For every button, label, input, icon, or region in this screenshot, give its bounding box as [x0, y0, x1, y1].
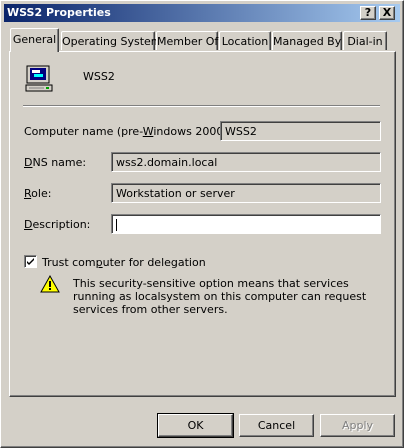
warning-icon — [40, 275, 60, 293]
tab-general[interactable]: General — [10, 28, 59, 52]
computer-name-label: Computer name (pre-Windows 2000): — [24, 125, 232, 138]
separator — [23, 105, 380, 107]
tab-dial-in[interactable]: Dial-in — [343, 31, 387, 50]
computer-name-display: WSS2 — [83, 70, 115, 83]
dns-name-label: DNS name: — [24, 156, 87, 169]
window-title: WSS2 Properties — [7, 6, 111, 19]
dns-name-field: wss2.domain.local — [111, 152, 381, 172]
description-input[interactable] — [111, 214, 381, 234]
trust-delegation-label[interactable]: Trust computer for delegation — [42, 256, 206, 269]
ok-button[interactable]: OK — [157, 413, 234, 438]
tab-strip: General Operating System Member Of Locat… — [0, 28, 404, 52]
tab-managed-by[interactable]: Managed By — [272, 31, 342, 50]
apply-button[interactable]: Apply — [320, 414, 395, 437]
checkmark-icon — [27, 258, 34, 265]
close-button[interactable]: X — [379, 6, 395, 20]
help-button[interactable]: ? — [360, 6, 376, 20]
tab-operating-system[interactable]: Operating System — [61, 31, 162, 50]
delegation-warning-text: This security-sensitive option means tha… — [73, 277, 367, 316]
role-field: Workstation or server — [111, 183, 381, 203]
trust-delegation-checkbox[interactable] — [24, 255, 37, 268]
cancel-button[interactable]: Cancel — [239, 414, 314, 437]
role-label: Role: — [24, 187, 52, 200]
computer-icon — [25, 65, 53, 92]
title-bar[interactable]: WSS2 Properties ? X — [4, 4, 400, 22]
description-label: Description: — [24, 218, 91, 231]
text-cursor — [116, 219, 117, 231]
tab-member-of[interactable]: Member Of — [156, 31, 218, 50]
tab-location[interactable]: Location — [219, 31, 271, 50]
computer-name-field: WSS2 — [220, 121, 381, 141]
